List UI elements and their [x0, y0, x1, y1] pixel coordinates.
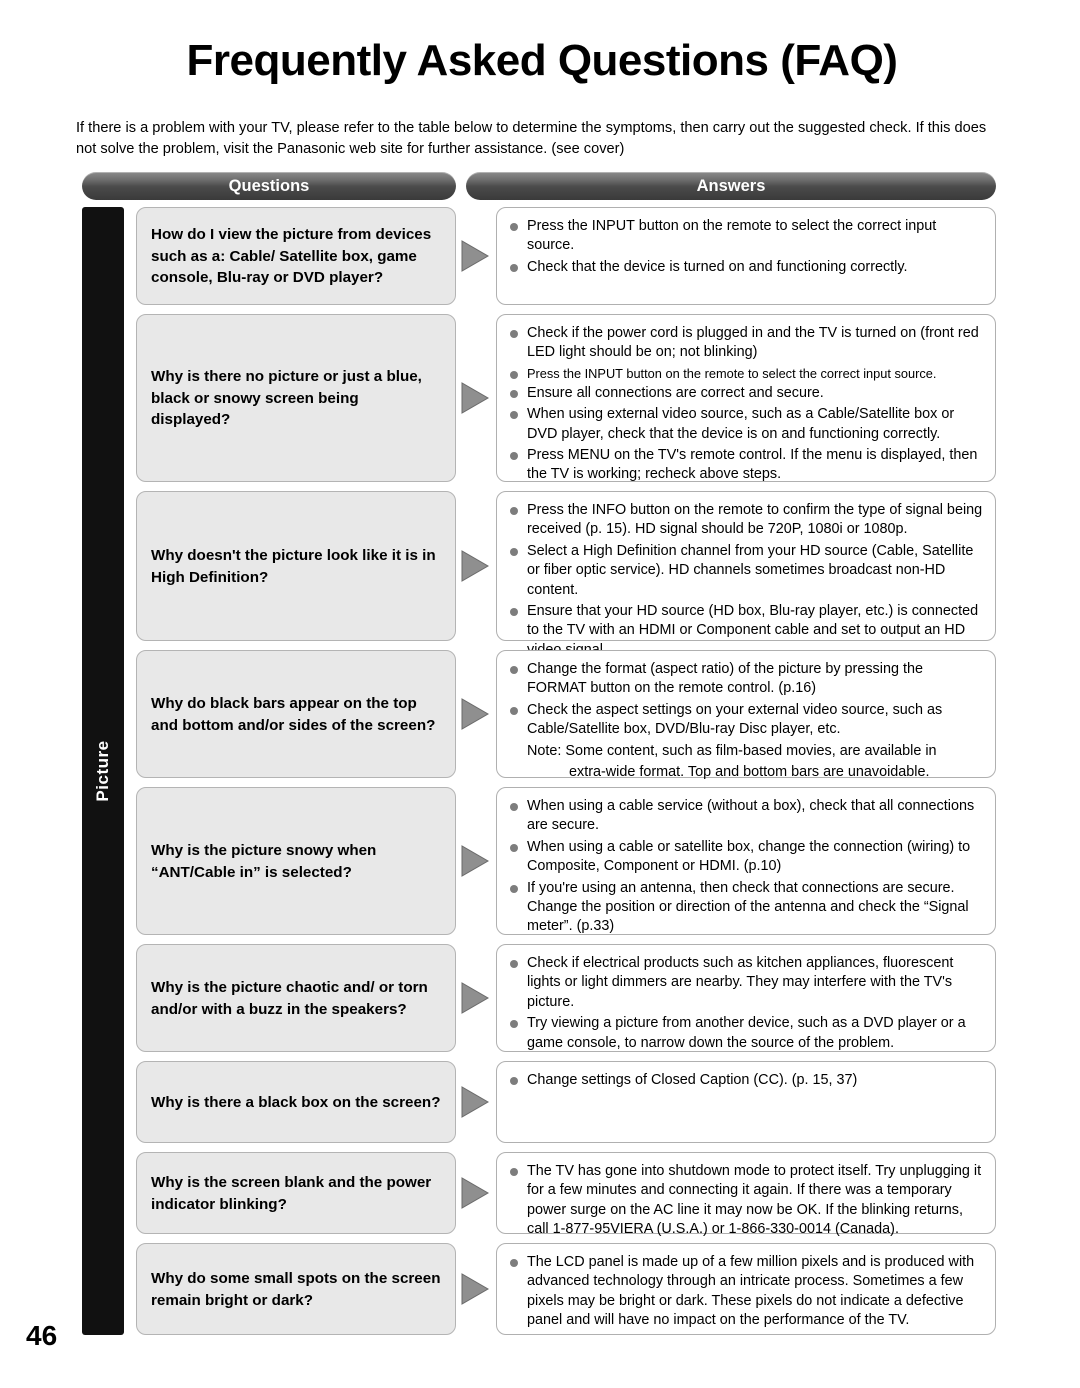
arrow-icon	[460, 1176, 490, 1210]
answer-list: Change settings of Closed Caption (CC). …	[507, 1071, 983, 1090]
question-box: Why is there no picture or just a blue, …	[136, 314, 456, 482]
answer-item: Press the INFO button on the remote to c…	[507, 501, 983, 540]
answer-item: Change the format (aspect ratio) of the …	[507, 660, 983, 699]
question-box: Why do black bars appear on the top and …	[136, 650, 456, 778]
question-text: Why is the picture chaotic and/ or torn …	[151, 979, 428, 1018]
question-box: Why is the screen blank and the power in…	[136, 1152, 456, 1234]
answer-list: Press the INPUT button on the remote to …	[507, 217, 983, 277]
answer-box: Change the format (aspect ratio) of the …	[496, 650, 996, 780]
answer-list: Change the format (aspect ratio) of the …	[507, 660, 983, 782]
faq-page: Frequently Asked Questions (FAQ) If ther…	[0, 0, 1080, 1388]
answer-item: Press the INPUT button on the remote to …	[507, 217, 983, 256]
answer-item: Check if electrical products such as kit…	[507, 954, 983, 1012]
arrow-icon	[460, 549, 490, 583]
page-title: Frequently Asked Questions (FAQ)	[186, 36, 898, 85]
answer-item-text: extra-wide format. Top and bottom bars a…	[569, 764, 930, 781]
question-text: Why is there no picture or just a blue, …	[151, 368, 422, 429]
answer-item: Check that the device is turned on and f…	[507, 258, 983, 277]
arrow-icon	[460, 844, 490, 878]
answer-item: Try viewing a picture from another devic…	[507, 1014, 983, 1053]
question-box: Why is the picture chaotic and/ or torn …	[136, 944, 456, 1052]
question-text: Why is there a black box on the screen?	[151, 1093, 441, 1111]
answer-list: The TV has gone into shutdown mode to pr…	[507, 1162, 983, 1240]
answer-item: Note: Some content, such as film-based m…	[527, 742, 937, 759]
question-box: Why do some small spots on the screen re…	[136, 1243, 456, 1335]
answer-list: Check if electrical products such as kit…	[507, 954, 983, 1053]
arrow-icon	[460, 239, 490, 273]
answer-box: The TV has gone into shutdown mode to pr…	[496, 1152, 996, 1237]
answer-box: Press the INPUT button on the remote to …	[496, 207, 996, 305]
arrow-icon	[460, 1085, 490, 1119]
answer-list: Press the INFO button on the remote to c…	[507, 501, 983, 660]
answer-item: Select a High Definition channel from yo…	[507, 542, 983, 600]
section-tab-label: Picture	[93, 740, 112, 802]
column-header-questions: Questions	[82, 172, 456, 200]
answer-item: Press MENU on the TV's remote control. I…	[507, 446, 983, 485]
question-text: How do I view the picture from devices s…	[151, 226, 432, 287]
question-box: Why doesn't the picture look like it is …	[136, 491, 456, 641]
arrow-icon	[460, 697, 490, 731]
answer-item: If you're using an antenna, then check t…	[507, 879, 983, 937]
question-text: Why is the screen blank and the power in…	[151, 1174, 432, 1213]
answer-box: Press the INFO button on the remote to c…	[496, 491, 996, 658]
arrow-icon	[460, 381, 490, 415]
question-text: Why do some small spots on the screen re…	[151, 1270, 441, 1309]
answer-box: Change settings of Closed Caption (CC). …	[496, 1061, 996, 1143]
answer-item: When using external video source, such a…	[507, 405, 983, 444]
arrow-icon	[460, 981, 490, 1015]
answer-list: When using a cable service (without a bo…	[507, 797, 983, 937]
question-box: How do I view the picture from devices s…	[136, 207, 456, 305]
question-text: Why doesn't the picture look like it is …	[151, 547, 436, 586]
answer-item: The LCD panel is made up of a few millio…	[507, 1253, 983, 1331]
answer-item: Press the INPUT button on the remote to …	[507, 365, 983, 382]
answer-item: The TV has gone into shutdown mode to pr…	[507, 1162, 983, 1240]
answer-item: Change settings of Closed Caption (CC). …	[507, 1071, 983, 1090]
answer-item: Check if the power cord is plugged in an…	[507, 324, 983, 363]
arrow-icon	[460, 1272, 490, 1306]
section-tab-picture: Picture	[82, 207, 124, 1335]
question-box: Why is there a black box on the screen?	[136, 1061, 456, 1143]
answer-item: Check the aspect settings on your extern…	[507, 701, 983, 740]
answer-box: The LCD panel is made up of a few millio…	[496, 1243, 996, 1335]
answer-list: The LCD panel is made up of a few millio…	[507, 1253, 983, 1331]
answer-item: When using a cable or satellite box, cha…	[507, 838, 983, 877]
answer-item: Ensure all connections are correct and s…	[507, 384, 983, 403]
question-text: Why do black bars appear on the top and …	[151, 695, 436, 734]
answer-list: Check if the power cord is plugged in an…	[507, 324, 983, 485]
answer-box: When using a cable service (without a bo…	[496, 787, 996, 935]
question-box: Why is the picture snowy when “ANT/Cable…	[136, 787, 456, 935]
answer-item: extra-wide format. Top and bottom bars a…	[507, 763, 983, 782]
page-number: 46	[26, 1320, 58, 1351]
question-text: Why is the picture snowy when “ANT/Cable…	[151, 842, 377, 881]
answer-box: Check if electrical products such as kit…	[496, 944, 996, 1052]
intro-paragraph: If there is a problem with your TV, plea…	[76, 120, 987, 157]
answer-box: Check if the power cord is plugged in an…	[496, 314, 996, 482]
answer-item: When using a cable service (without a bo…	[507, 797, 983, 836]
column-header-answers: Answers	[466, 172, 996, 200]
